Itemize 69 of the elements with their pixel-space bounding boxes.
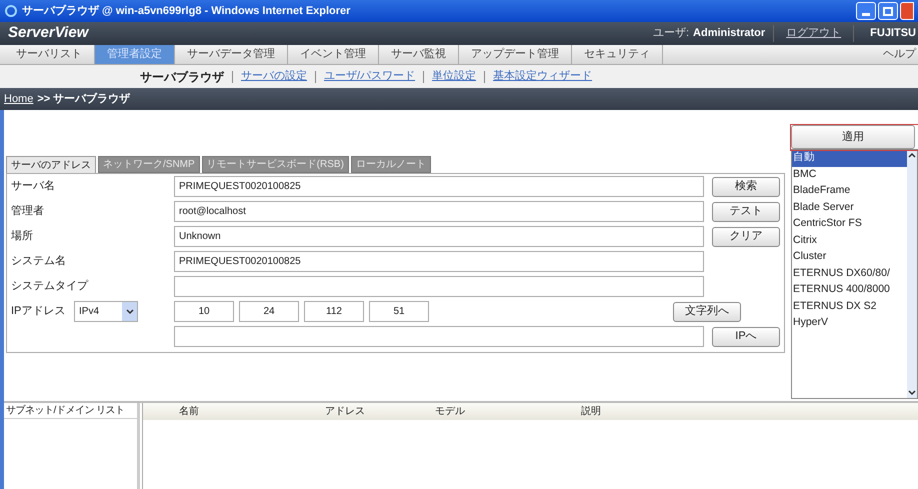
sub-nav-link[interactable]: ユーザ/パスワード <box>324 68 416 85</box>
list-item[interactable]: Blade Server <box>792 200 907 216</box>
sub-nav-link[interactable]: 単位設定 <box>432 68 476 85</box>
column-header[interactable]: 説明 <box>581 404 681 419</box>
field-label: 場所 <box>10 229 34 244</box>
nav-tab[interactable]: サーバ監視 <box>379 45 459 64</box>
chevron-down-icon <box>908 390 916 396</box>
field-label: IPアドレス <box>10 304 66 320</box>
apply-button[interactable]: 適用 <box>791 125 915 149</box>
nav-tab[interactable]: アップデート管理 <box>459 45 572 64</box>
field-label: 管理者 <box>10 204 45 220</box>
list-item[interactable]: ETERNUS DX60/80/ <box>792 266 907 282</box>
list-item[interactable]: 自動 <box>792 150 907 166</box>
vertical-scrollbar[interactable] <box>907 150 917 398</box>
list-item[interactable]: ETERNUS 400/8000 <box>792 282 907 298</box>
list-item[interactable]: ETERNUS DX S2 <box>792 298 907 315</box>
text-field[interactable]: PRIMEQUEST0020100825 <box>174 251 704 272</box>
list-item[interactable]: Cluster <box>792 249 907 266</box>
maximize-button[interactable] <box>878 2 898 20</box>
help-link[interactable]: ヘルプ <box>883 46 916 63</box>
list-item[interactable]: HyperV <box>792 315 907 332</box>
chevron-down-icon <box>126 308 134 314</box>
form-tab[interactable]: サーバのアドレス <box>6 156 96 173</box>
action-button[interactable]: 文字列へ <box>673 302 741 322</box>
nav-tab[interactable]: イベント管理 <box>288 45 379 64</box>
ip-octet-field[interactable]: 10 <box>174 301 234 322</box>
list-item[interactable]: BMC <box>792 166 907 183</box>
nav-tab[interactable]: セキュリティ <box>572 45 663 64</box>
nav-tab[interactable]: サーバデータ管理 <box>175 45 288 64</box>
minimize-button[interactable] <box>856 2 876 20</box>
home-link[interactable]: Home <box>4 90 34 108</box>
column-header[interactable]: アドレス <box>325 404 435 419</box>
minimize-icon <box>862 13 870 16</box>
text-field[interactable] <box>174 276 704 297</box>
column-header[interactable]: 名前 <box>179 404 325 419</box>
sub-nav-link[interactable]: 基本設定ウィザード <box>493 68 592 85</box>
chevron-up-icon <box>908 152 916 158</box>
maximize-icon <box>883 6 893 16</box>
ip-octet-field[interactable]: 24 <box>239 301 299 322</box>
text-field[interactable] <box>174 326 704 347</box>
text-field[interactable]: Unknown <box>174 226 704 247</box>
list-item[interactable]: Citrix <box>792 232 907 249</box>
window-title: サーバブラウザ @ win-a5vn699rlg8 - Windows Internet Explorer <box>22 4 350 19</box>
user-name: Administrator <box>693 25 774 42</box>
breadcrumb-current: >> サーバブラウザ <box>37 92 130 107</box>
action-button[interactable]: クリア <box>712 226 780 246</box>
brand-logo: FUJITSU <box>870 26 916 42</box>
text-field[interactable]: PRIMEQUEST0020100825 <box>174 176 704 197</box>
sub-nav-link[interactable]: サーバの設定 <box>241 68 307 85</box>
user-label: ユーザ: <box>652 26 690 42</box>
ip-version-select[interactable]: IPv4 <box>74 301 138 322</box>
app-logo: ServerView <box>8 23 88 44</box>
column-header[interactable]: モデル <box>435 404 581 419</box>
field-label: サーバ名 <box>10 179 56 194</box>
list-item[interactable]: CentricStor FS <box>792 216 907 232</box>
close-button[interactable] <box>900 2 914 20</box>
text-field[interactable]: root@localhost <box>174 201 704 222</box>
list-item[interactable]: BladeFrame <box>792 183 907 200</box>
panel-title: サブネット/ドメイン リスト <box>4 403 137 419</box>
field-label: システムタイプ <box>10 278 90 294</box>
action-button[interactable]: テスト <box>712 202 780 222</box>
ip-octet-field[interactable]: 51 <box>369 301 429 322</box>
logout-link[interactable]: ログアウト <box>774 25 854 42</box>
sub-nav-link[interactable]: サーバブラウザ <box>140 68 224 86</box>
action-button[interactable]: IPへ <box>712 326 780 346</box>
action-button[interactable]: 検索 <box>712 176 780 196</box>
browser-icon <box>4 4 18 18</box>
ip-octet-field[interactable]: 112 <box>304 301 364 322</box>
field-label: システム名 <box>10 254 67 270</box>
